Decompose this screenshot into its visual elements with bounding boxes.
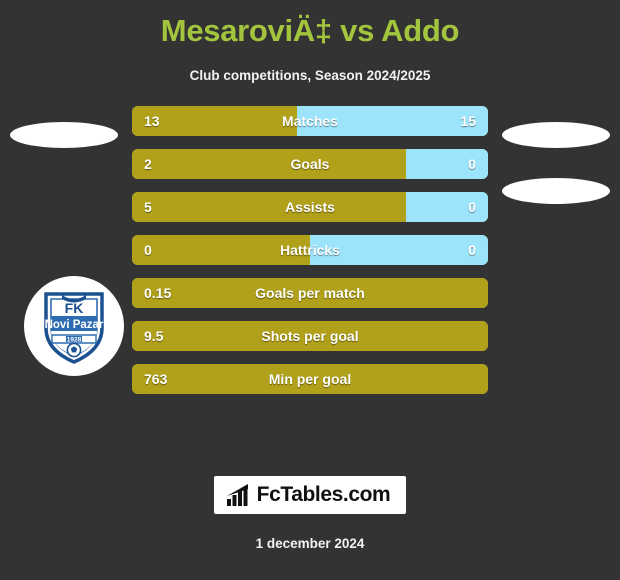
player-image-placeholder-left xyxy=(10,122,118,148)
stat-value-away: 15 xyxy=(460,113,476,129)
stat-label: Hattricks xyxy=(280,242,340,258)
player-image-placeholder-right-mid xyxy=(502,178,610,204)
svg-text:Novi Pazar: Novi Pazar xyxy=(45,319,104,331)
stat-bar-row: 9.5 Shots per goal xyxy=(132,321,488,351)
stat-label: Matches xyxy=(281,113,339,129)
stat-label: Assists xyxy=(285,199,335,215)
stat-label: Shots per goal xyxy=(261,328,359,344)
stat-value-away: 0 xyxy=(468,156,476,172)
stat-value-away: 0 xyxy=(468,199,476,215)
svg-text:FK: FK xyxy=(65,300,84,316)
stat-bar-row: 0.15 Goals per match xyxy=(132,278,488,308)
footer: FcTables.com 1 december 2024 xyxy=(0,476,620,580)
fctables-logo[interactable]: FcTables.com xyxy=(213,476,407,514)
footer-date: 1 december 2024 xyxy=(255,536,365,551)
page-title: MesaroviÄ‡ vs Addo xyxy=(160,13,460,48)
stat-value-away: 0 xyxy=(468,242,476,258)
stat-bar-list: 13 Matches 15 2 Goals 0 5 Assists 0 0 Hattricks 0 0.… xyxy=(132,106,488,407)
stat-label: Min per goal xyxy=(268,371,352,387)
stat-label: Goals per match xyxy=(255,285,365,301)
club-badge: FK Novi Pazar 1928 xyxy=(24,276,124,376)
bar-chart-icon xyxy=(226,484,248,506)
stat-bar-row: 5 Assists 0 xyxy=(132,192,488,222)
stat-label: Goals xyxy=(290,156,330,172)
stat-bar-row: 0 Hattricks 0 xyxy=(132,235,488,265)
club-badge-disc: FK Novi Pazar 1928 xyxy=(24,276,124,376)
svg-text:1928: 1928 xyxy=(67,336,82,343)
fctables-logo-text: FcTables.com xyxy=(256,483,391,506)
header: MesaroviÄ‡ vs Addo Club competitions, Se… xyxy=(0,0,620,84)
page-subtitle: Club competitions, Season 2024/2025 xyxy=(189,68,431,83)
fk-novi-pazar-crest-icon: FK Novi Pazar 1928 xyxy=(44,292,104,364)
stat-bar-row: 13 Matches 15 xyxy=(132,106,488,136)
player-image-placeholder-right-top xyxy=(502,122,610,148)
stat-bar-row: 763 Min per goal xyxy=(132,364,488,394)
stat-bar-row: 2 Goals 0 xyxy=(132,149,488,179)
stats-body: FK Novi Pazar 1928 13 Matches 15 2 Goals 0 5 As… xyxy=(0,106,620,416)
